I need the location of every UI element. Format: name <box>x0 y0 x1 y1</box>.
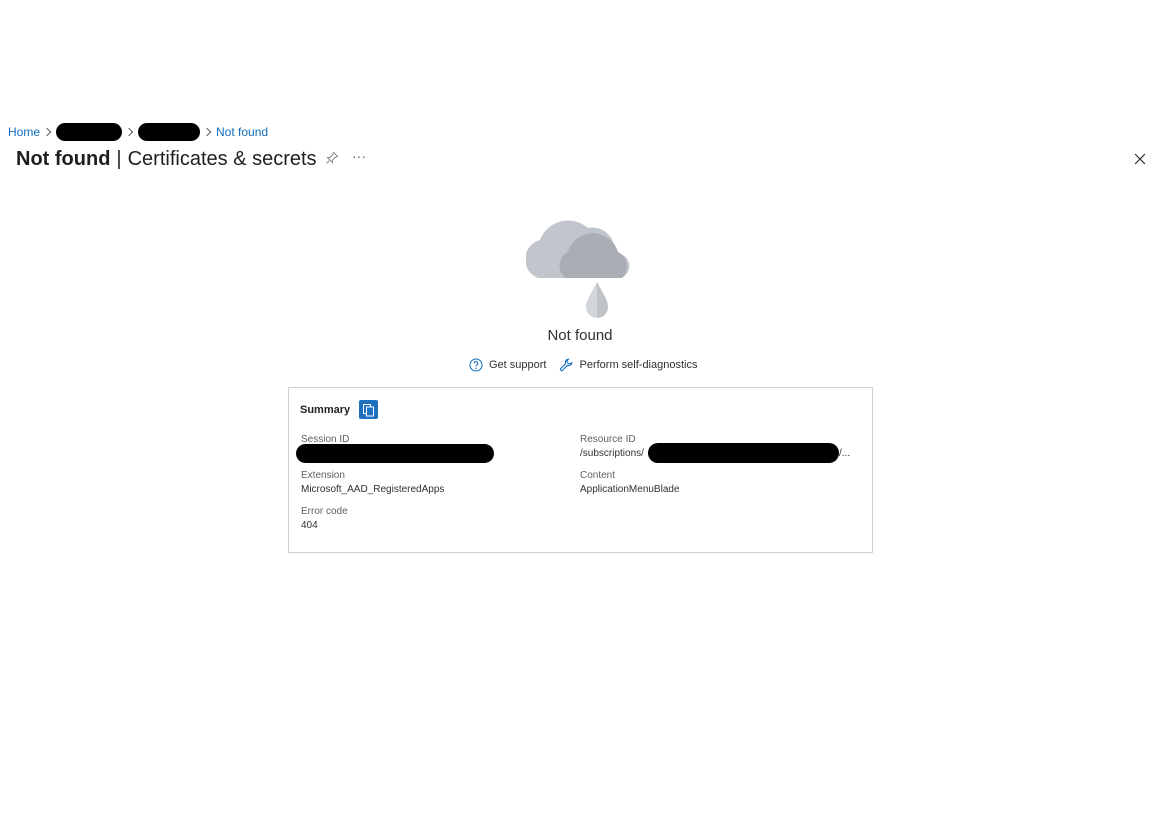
page-title-rest: Certificates & secrets <box>127 147 317 170</box>
chevron-right-icon <box>124 127 134 137</box>
copy-icon <box>363 403 374 416</box>
resource-id-suffix: /... <box>839 448 851 459</box>
content-value: ApplicationMenuBlade <box>580 484 680 495</box>
page-title-strong: Not found <box>16 147 111 170</box>
session-id-value <box>296 444 494 463</box>
chevron-right-icon <box>42 127 52 137</box>
error-code-label: Error code <box>301 506 348 517</box>
resource-id-prefix: /subscriptions/ <box>580 448 644 459</box>
resource-id-value <box>648 443 839 463</box>
get-support-link[interactable]: Get support <box>469 358 546 372</box>
page-title: Not found | Certificates & secrets <box>16 146 317 172</box>
resource-id-label: Resource ID <box>580 434 636 445</box>
breadcrumb-redacted-item-2[interactable] <box>138 123 201 141</box>
error-message: Not found <box>547 327 613 344</box>
self-diagnostics-link[interactable]: Perform self-diagnostics <box>559 358 697 372</box>
extension-label: Extension <box>301 470 345 481</box>
more-options-icon[interactable]: ··· <box>350 149 368 166</box>
error-code-value: 404 <box>301 520 318 531</box>
close-icon[interactable] <box>1132 151 1148 167</box>
content-label: Content <box>580 470 616 481</box>
summary-title: Summary <box>300 404 351 416</box>
chevron-right-icon <box>202 127 212 137</box>
page-title-separator: | <box>116 147 122 170</box>
cloud-rain-icon <box>525 212 636 320</box>
copy-button[interactable] <box>359 400 378 419</box>
breadcrumb-home-link[interactable]: Home <box>8 125 40 139</box>
wrench-icon <box>560 358 573 372</box>
question-circle-icon <box>469 358 483 372</box>
breadcrumb: Home Not found <box>8 123 268 141</box>
extension-value: Microsoft_AAD_RegisteredApps <box>301 484 445 495</box>
pin-icon[interactable] <box>324 150 340 166</box>
breadcrumb-current-link[interactable]: Not found <box>216 125 268 139</box>
help-links: Get support Perform self-diagnostics <box>469 356 697 374</box>
breadcrumb-redacted-item-1[interactable] <box>56 123 123 141</box>
self-diagnostics-label: Perform self-diagnostics <box>579 359 698 371</box>
get-support-label: Get support <box>489 359 547 371</box>
